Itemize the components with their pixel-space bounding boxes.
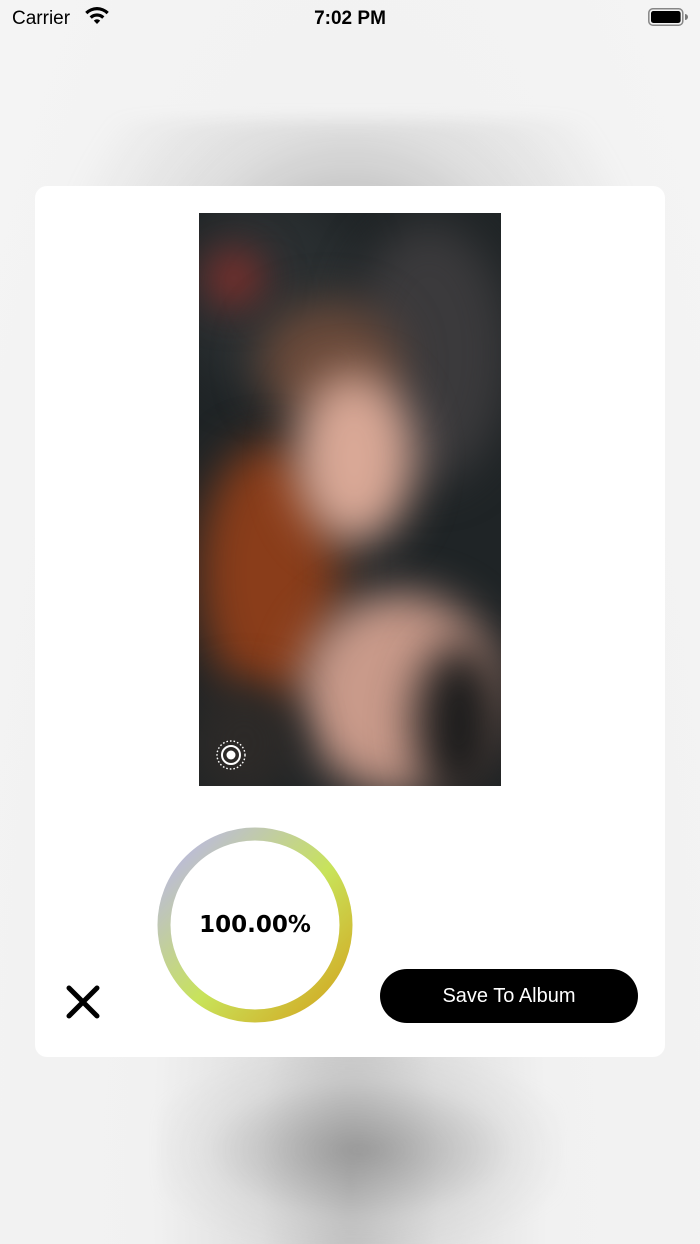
save-dialog: 100.00% Save To Album [35, 186, 665, 1057]
save-to-album-button[interactable]: Save To Album [380, 969, 638, 1023]
clock-time: 7:02 PM [314, 8, 386, 29]
photo-preview[interactable] [199, 213, 501, 786]
background-blur-bottom [160, 1060, 560, 1240]
live-photo-icon[interactable] [215, 739, 247, 771]
progress-percent: 100.00% [199, 912, 311, 938]
battery-full-icon [648, 8, 688, 26]
photo-blur-shape [294, 373, 414, 543]
photo-blur-shape [209, 253, 259, 303]
close-icon[interactable] [63, 982, 103, 1022]
photo-blur-shape [414, 643, 501, 786]
status-bar: Carrier 7:02 PM [0, 0, 700, 36]
